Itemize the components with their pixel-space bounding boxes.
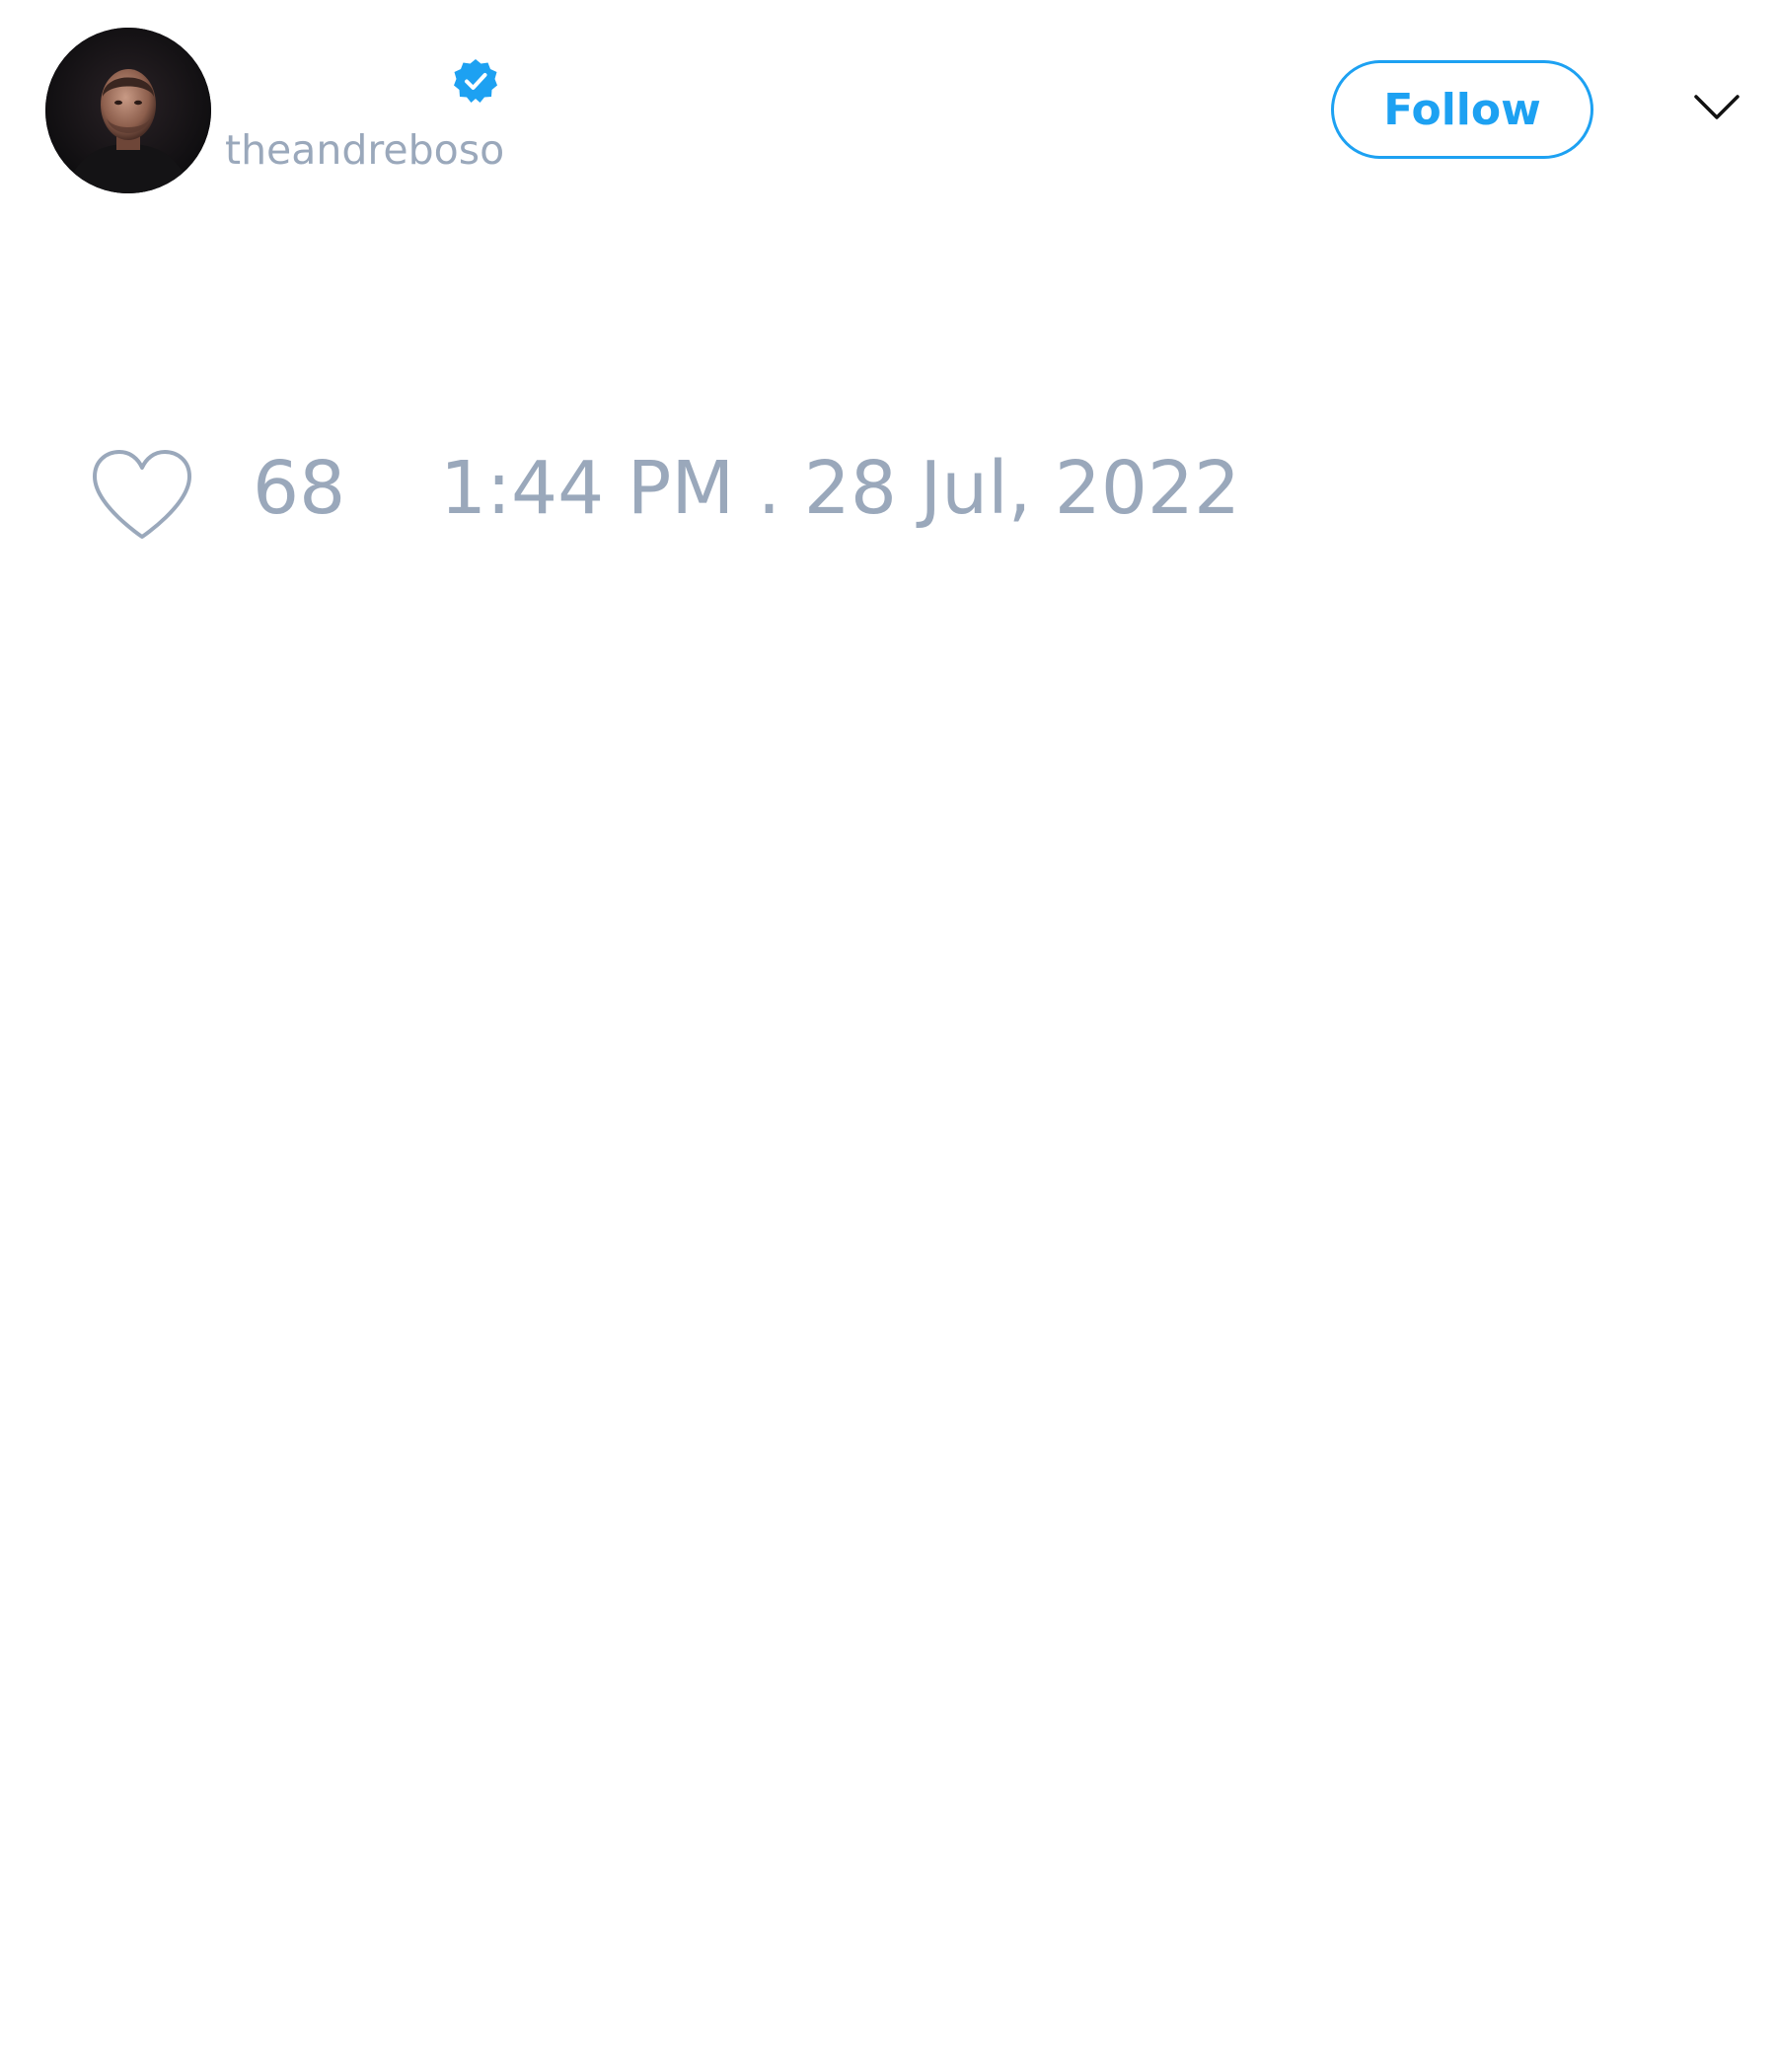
heart-outline-icon[interactable]	[89, 448, 195, 543]
avatar-photo	[45, 28, 211, 193]
tweet-timestamp[interactable]: 1:44 PM . 28 Jul, 2022	[440, 452, 1240, 525]
tweet-header: theandreboso Follow	[0, 0, 1776, 217]
follow-button[interactable]: Follow	[1331, 60, 1593, 159]
author-avatar[interactable]	[45, 28, 211, 193]
like-count[interactable]: 68	[253, 452, 345, 525]
verified-badge-icon	[454, 59, 497, 103]
tweet-engagement: 68 1:44 PM . 28 Jul, 2022	[0, 434, 1776, 562]
chevron-down-icon[interactable]	[1693, 91, 1740, 124]
author-handle[interactable]: theandreboso	[225, 126, 504, 174]
